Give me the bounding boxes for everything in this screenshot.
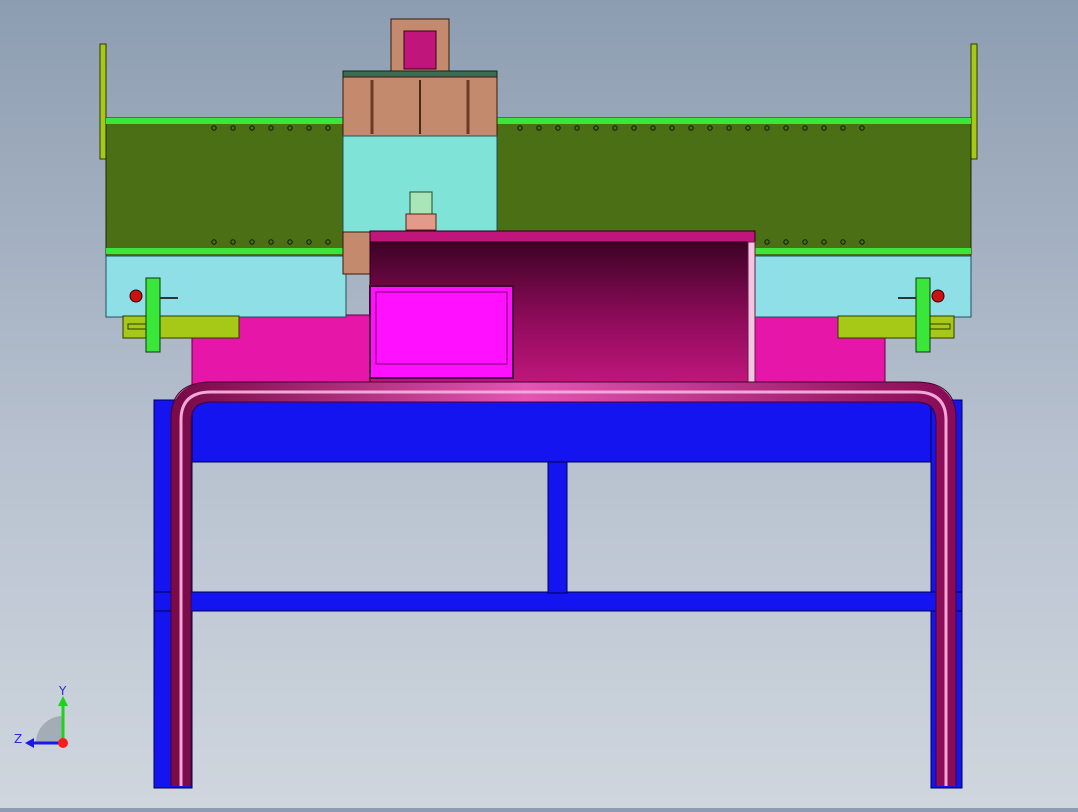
left-column-strip[interactable] bbox=[342, 231, 371, 275]
y-axis-label: Y bbox=[58, 686, 67, 698]
left-belt-module[interactable] bbox=[99, 43, 347, 353]
right-sensor[interactable] bbox=[931, 289, 945, 303]
left-upright-tab[interactable] bbox=[99, 43, 107, 160]
assembly-model[interactable] bbox=[0, 0, 1078, 808]
left-lower-cyan-plate[interactable] bbox=[105, 255, 347, 318]
z-axis-arrowhead bbox=[25, 738, 34, 748]
left-belt-plate[interactable] bbox=[105, 117, 347, 257]
top-cap-plate[interactable] bbox=[342, 70, 498, 78]
triad-quarter-disk bbox=[36, 716, 63, 743]
triad-origin bbox=[58, 738, 68, 748]
coordinate-triad: Y Z bbox=[14, 686, 68, 748]
right-belt-top-edge[interactable] bbox=[497, 118, 971, 124]
left-idler-roller[interactable] bbox=[145, 277, 161, 353]
cad-viewport[interactable]: Y Z bbox=[0, 0, 1078, 808]
left-belt-bottom-edge[interactable] bbox=[106, 248, 346, 254]
right-idler-roller[interactable] bbox=[915, 277, 931, 353]
frame-center-post[interactable] bbox=[547, 461, 568, 594]
hood-side-wall[interactable] bbox=[747, 241, 756, 386]
cover-hood[interactable] bbox=[369, 230, 756, 386]
right-lower-cyan-plate[interactable] bbox=[754, 255, 972, 318]
left-sensor[interactable] bbox=[129, 289, 143, 303]
motor-core[interactable] bbox=[403, 30, 437, 70]
left-belt-top-edge[interactable] bbox=[106, 118, 346, 124]
z-axis-label: Z bbox=[14, 732, 22, 746]
frame-lower-rail[interactable] bbox=[153, 591, 963, 612]
base-frame[interactable] bbox=[153, 399, 963, 789]
right-upright-tab[interactable] bbox=[970, 43, 978, 160]
right-mount-bracket[interactable] bbox=[837, 315, 955, 339]
frame-top-rail[interactable] bbox=[153, 399, 963, 463]
left-mount-bracket[interactable] bbox=[122, 315, 240, 339]
hood-top-lip[interactable] bbox=[369, 230, 756, 243]
slider-clamp[interactable] bbox=[405, 213, 437, 231]
